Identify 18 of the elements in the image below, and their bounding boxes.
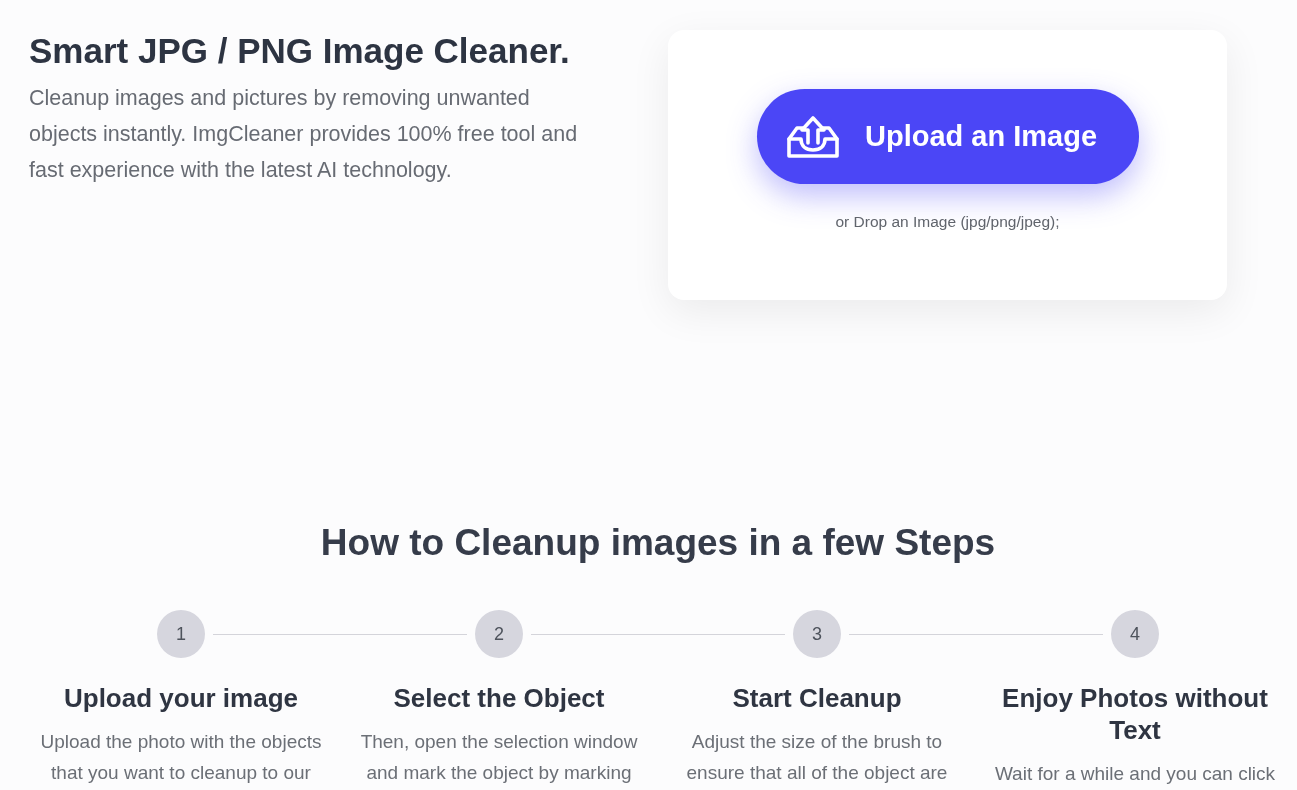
page-title: Smart JPG / PNG Image Cleaner. — [29, 30, 570, 72]
step-number: 1 — [157, 610, 205, 658]
step-number: 4 — [1111, 610, 1159, 658]
step-description: Adjust the size of the brush to ensure that all of the object are — [686, 730, 948, 785]
step-title: Enjoy Photos without Text — [1002, 682, 1268, 746]
tray-upload-icon — [785, 114, 840, 159]
step-title: Start Cleanup — [732, 682, 902, 714]
steps-heading: How to Cleanup images in a few Steps — [320, 521, 996, 565]
step-description: Wait for a while and you can click — [994, 762, 1276, 786]
drop-hint: or Drop an Image (jpg/png/jpeg); — [835, 212, 1060, 232]
step-number: 2 — [475, 610, 523, 658]
upload-button[interactable]: Upload an Image — [756, 89, 1139, 184]
step-title: Upload your image — [63, 682, 298, 714]
intro-paragraph: Cleanup images and pictures by removing unwanted objects instantly. ImgCleaner provides 100% free tool and fast experience with the latest AI technology. — [29, 85, 578, 184]
step-description: Upload the photo with the objects that you want to cleanup to our — [40, 730, 322, 785]
step-title: Select the Object — [393, 682, 605, 714]
step-number: 3 — [793, 610, 841, 658]
step-description: Then, open the selection window and mark the object by marking — [360, 730, 638, 785]
